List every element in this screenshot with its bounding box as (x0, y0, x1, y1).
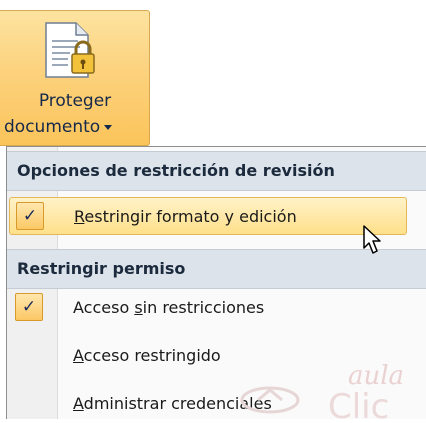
section-header-revision-restriction: Opciones de restricción de revisión (7, 151, 426, 191)
protected-document-icon (45, 22, 95, 78)
aulaclic-watermark-logo: aula Clic (240, 361, 404, 419)
menu-item-unrestricted-access[interactable]: ✓ Acceso sin restricciones (7, 289, 426, 327)
protect-document-button[interactable]: Proteger documento (0, 10, 150, 146)
protect-button-label-line1: Proteger (38, 91, 112, 111)
svg-text:Clic: Clic (328, 387, 389, 419)
protect-button-label-line2: documento (4, 117, 113, 137)
menu-item-restrict-formatting-editing[interactable]: ✓ Restringir formato y edición (9, 197, 407, 235)
mouse-cursor-icon (363, 225, 381, 254)
checkmark-icon: ✓ (15, 293, 43, 321)
menu-item-label: Acceso sin restricciones (73, 298, 265, 317)
menu-item-label: Acceso restringido (73, 346, 221, 365)
dropdown-arrow-icon (104, 124, 113, 130)
menu-item-label: Restringir formato y edición (74, 207, 297, 226)
checkmark-icon: ✓ (16, 202, 44, 230)
